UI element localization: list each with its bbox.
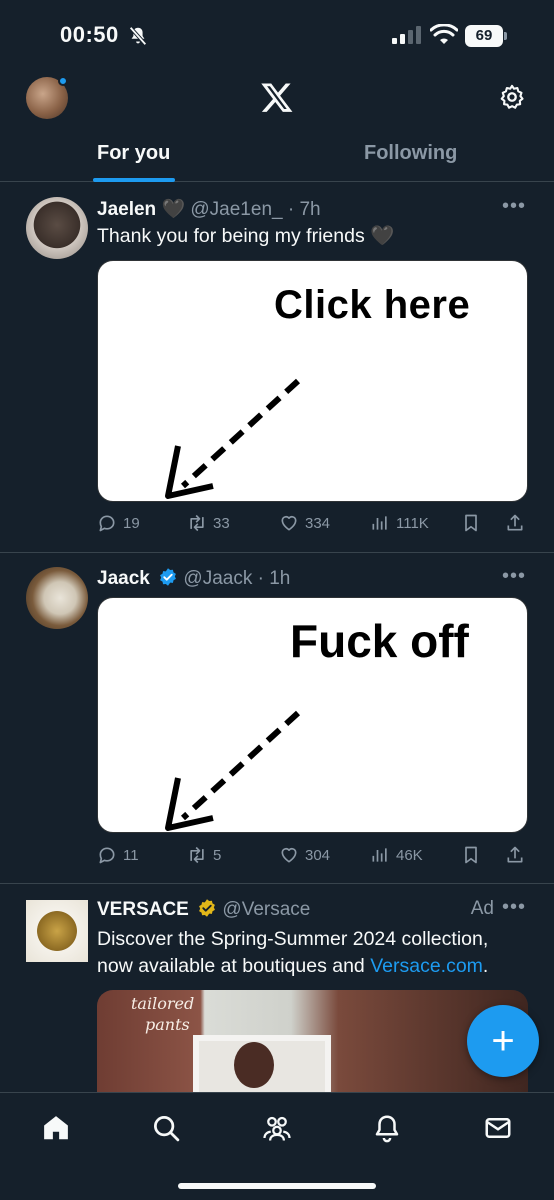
compose-button[interactable]: + xyxy=(467,1005,539,1077)
home-indicator[interactable] xyxy=(178,1183,376,1189)
display-name[interactable]: Jaelen xyxy=(97,199,156,220)
display-name[interactable]: Jaack xyxy=(97,568,150,589)
active-tab-indicator xyxy=(93,178,175,182)
more-icon[interactable]: ••• xyxy=(502,195,526,218)
status-time: 00:50 xyxy=(60,22,119,47)
handle[interactable]: @Jaack xyxy=(183,568,252,589)
views-button[interactable]: 111K xyxy=(370,513,429,533)
views-button[interactable]: 46K xyxy=(370,845,423,865)
avatar[interactable] xyxy=(26,900,88,962)
search-icon[interactable] xyxy=(151,1113,181,1143)
views-icon xyxy=(372,848,387,862)
verified-icon xyxy=(160,568,177,586)
avatar[interactable] xyxy=(26,567,88,629)
ad-media[interactable]: tailored pants xyxy=(97,990,528,1092)
ad-tweet[interactable]: VERSACE @Versace Ad ••• Discover the Spr… xyxy=(0,884,554,1092)
retweet-button[interactable]: 33 xyxy=(187,513,230,533)
like-icon xyxy=(281,847,297,863)
media-script-text: tailored xyxy=(131,994,195,1013)
more-icon[interactable]: ••• xyxy=(502,565,526,588)
tweet-actions: 19 33 334 111K xyxy=(97,513,527,537)
tab-for-you[interactable]: For you xyxy=(97,142,170,165)
versace-link[interactable]: Versace.com xyxy=(370,955,483,977)
communities-icon[interactable] xyxy=(262,1113,292,1143)
retweet-icon xyxy=(190,514,204,532)
tweet-text: Thank you for being my friends 🖤 xyxy=(97,225,395,247)
like-button[interactable]: 304 xyxy=(279,845,330,865)
timestamp[interactable]: 7h xyxy=(299,199,320,220)
share-button[interactable] xyxy=(505,513,531,533)
display-name[interactable]: VERSACE xyxy=(97,899,189,920)
notification-dot xyxy=(58,76,68,86)
arrow-graphic xyxy=(165,378,301,499)
model-figure xyxy=(234,1042,274,1088)
bookmark-button[interactable] xyxy=(461,845,487,865)
ad-label: Ad xyxy=(470,898,494,919)
bookmark-icon xyxy=(465,846,477,864)
tweet-media[interactable]: Click here xyxy=(97,260,528,502)
tab-following[interactable]: Following xyxy=(364,142,457,165)
verified-icon xyxy=(199,899,216,917)
messages-icon[interactable] xyxy=(483,1113,513,1143)
media-caption: Click here xyxy=(274,283,471,327)
arrow-graphic xyxy=(165,710,301,831)
home-icon[interactable] xyxy=(41,1113,71,1143)
tweet-actions: 11 5 304 46K xyxy=(97,845,527,869)
battery-level: 69 xyxy=(465,25,503,47)
notifications-icon[interactable] xyxy=(372,1113,402,1143)
retweet-button[interactable]: 5 xyxy=(187,845,221,865)
share-icon xyxy=(507,846,523,863)
share-button[interactable] xyxy=(505,845,531,865)
reply-icon xyxy=(99,515,115,532)
bookmark-button[interactable] xyxy=(461,513,487,533)
reply-button[interactable]: 11 xyxy=(97,845,139,865)
handle[interactable]: @Jae1en_ xyxy=(190,199,282,220)
tweet-header: VERSACE @Versace xyxy=(97,898,310,921)
gear-icon[interactable] xyxy=(498,83,526,111)
signal-icon xyxy=(392,26,421,44)
like-button[interactable]: 334 xyxy=(279,513,330,533)
tweet[interactable]: Jaack @Jaack · 1h ••• Fuck off 11 5 304 … xyxy=(0,553,554,884)
timestamp[interactable]: 1h xyxy=(269,568,290,589)
views-icon xyxy=(372,516,387,530)
wifi-icon xyxy=(430,24,458,44)
like-icon xyxy=(281,515,297,531)
tweet-media[interactable]: Fuck off xyxy=(97,597,528,833)
tweet-header: Jaelen 🖤 @Jae1en_ · 7h xyxy=(97,199,321,220)
bell-off-icon xyxy=(129,26,147,46)
reply-icon xyxy=(99,847,115,864)
timeline-header: For you Following xyxy=(0,70,554,182)
handle[interactable]: @Versace xyxy=(222,899,310,920)
media-script-text: pants xyxy=(145,1015,190,1034)
more-icon[interactable]: ••• xyxy=(502,896,526,919)
tweet[interactable]: Jaelen 🖤 @Jae1en_ · 7h ••• Thank you for… xyxy=(0,183,554,553)
tweet-text: Discover the Spring-Summer 2024 collecti… xyxy=(97,928,489,977)
battery-icon: 69 xyxy=(465,25,507,47)
share-icon xyxy=(507,514,523,531)
avatar[interactable] xyxy=(26,197,88,259)
tweet-header: Jaack @Jaack · 1h xyxy=(97,568,291,589)
bookmark-icon xyxy=(465,514,477,532)
x-logo-icon[interactable] xyxy=(259,80,295,114)
status-bar: 00:50 69 xyxy=(0,0,554,70)
reply-button[interactable]: 19 xyxy=(97,513,140,533)
name-emoji: 🖤 xyxy=(161,199,186,220)
media-caption: Fuck off xyxy=(290,615,469,667)
retweet-icon xyxy=(190,846,204,864)
